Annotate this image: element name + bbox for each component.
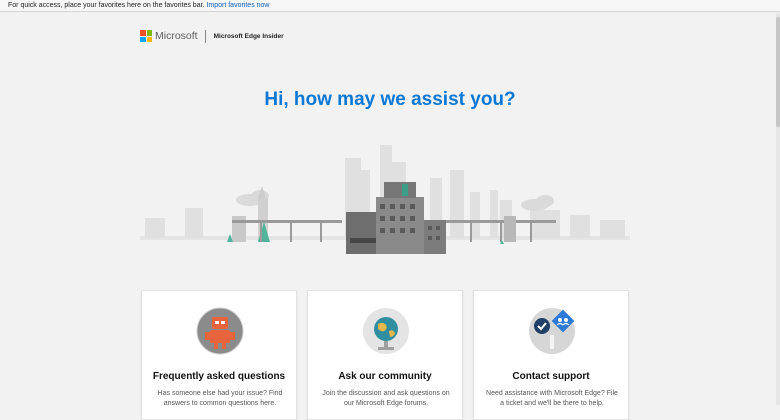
page-title: Hi, how may we assist you? <box>264 89 516 110</box>
globe-icon <box>363 308 409 354</box>
brand-header: Microsoft Microsoft Edge Insider <box>140 29 284 43</box>
support-people-icon <box>529 308 575 354</box>
robot-icon <box>196 307 244 355</box>
card-title: Contact support <box>512 371 590 382</box>
microsoft-logo-icon <box>140 30 152 42</box>
page-scrollbar[interactable] <box>776 13 780 405</box>
card-description: Join the discussion and ask questions on… <box>322 390 450 407</box>
city-skyline-illustration <box>140 145 630 254</box>
import-favorites-link[interactable]: Import favorites now <box>206 2 269 9</box>
card-title: Ask our community <box>338 371 432 382</box>
product-name: Microsoft Edge Insider <box>213 32 284 40</box>
card-title: Frequently asked questions <box>152 371 286 382</box>
favorites-bar-hint: For quick access, place your favorites h… <box>8 2 205 9</box>
microsoft-wordmark[interactable]: Microsoft <box>155 30 198 42</box>
card-contact-support[interactable]: Contact support Need assistance with Mic… <box>473 290 629 420</box>
brand-divider <box>204 29 206 43</box>
card-description: Has someone else had your issue? Find an… <box>157 390 283 407</box>
card-community[interactable]: Ask our community Join the discussion an… <box>307 290 463 420</box>
card-description: Need assistance with Microsoft Edge? Fil… <box>486 390 618 407</box>
card-faq[interactable]: Frequently asked questions Has someone e… <box>141 290 297 420</box>
favorites-bar: For quick access, place your favorites h… <box>0 0 780 12</box>
